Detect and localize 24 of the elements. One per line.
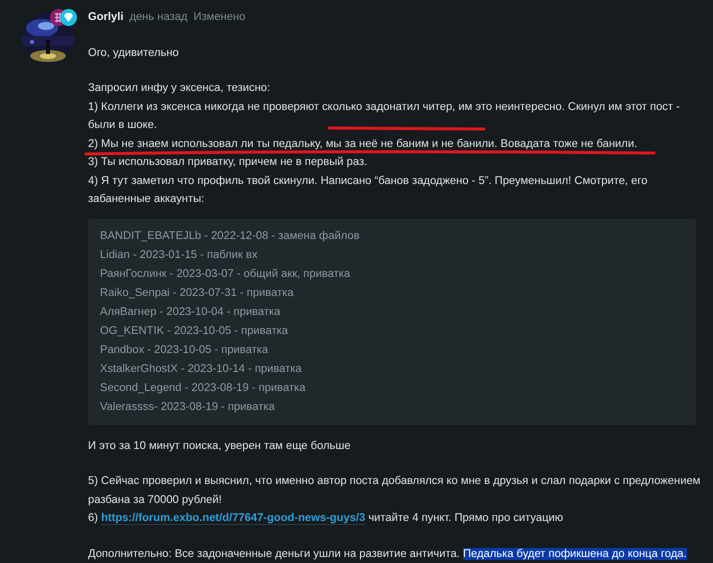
post-text: Запросил инфу у эксенса, тезисно: bbox=[88, 81, 272, 96]
code-line: Raiko_Senpai - 2023-07-31 - приватка bbox=[100, 286, 295, 300]
link[interactable]: https://forum.exbo.net/d/77647-good-news-guys/3 bbox=[101, 512, 366, 525]
code-line: АляВагнер - 2023-10-04 - приватка bbox=[100, 304, 282, 320]
post-text: 6) https://forum.exbo.net/d/77647-good-news-guys/3 читайте 4 пункт. Прямо про ситуацию bbox=[88, 511, 564, 527]
edited-label: Изменено bbox=[193, 10, 246, 25]
code-line: XstalkerGhostX - 2023-10-14 - приватка bbox=[100, 362, 303, 376]
author-name[interactable]: Gorlyli bbox=[88, 8, 124, 26]
post-text: И это за 10 минут поиска, уверен там еще больше bbox=[88, 438, 352, 454]
post-text: 4) Я тут заметил что профиль твой скинули. Написано “банов задоджено - 5”. Преуменьшил! Смотрите, его забаненные аккаунты: bbox=[88, 174, 648, 207]
post-text: Ого, удивительно bbox=[88, 46, 180, 60]
code-line: Valerassss- 2023-08-19 - приватка bbox=[100, 400, 276, 414]
post-time[interactable]: день назад bbox=[129, 8, 188, 26]
code-line: BANDIT_EBATEJLb - 2022-12-08 - замена файлов bbox=[100, 228, 361, 244]
code-line: OG_KENTIK - 2023-10-05 - приватка bbox=[100, 324, 289, 338]
post-text: 2) Мы не знаем использовал ли ты педальку, мы за неё не баним и не банили. Вовадата тоже не банили. bbox=[88, 134, 638, 153]
post-text: 1) Коллеги из эксенса никогда не проверяют сколько задонатил читер, им это неинтересно. Скинул им этот пост - были в шоке. bbox=[88, 100, 681, 133]
post-text: Дополнительно: Все задоначенные деньги ушли на развитие античита. Педалька будет пофикшена до конца года. bbox=[88, 546, 688, 562]
post-text: 3) Ты использовал приватку, причем не в первый раз. bbox=[88, 155, 368, 170]
code-line: Pandbox - 2023-10-05 - приватка bbox=[100, 342, 270, 358]
code-line: РаянГослинк - 2023-03-07 - общий акк, приватка bbox=[100, 266, 352, 282]
post-text: 5) Сейчас проверил и выяснил, что именно автор поста добавлялся ко мне в друзья и слал подарки с предложением разбана за 70000 рублей! bbox=[88, 474, 702, 508]
code-line: Lidian - 2023-01-15 - паблик вх bbox=[100, 248, 258, 262]
code-line: Second_Legend - 2023-08-19 - приватка bbox=[100, 380, 306, 396]
